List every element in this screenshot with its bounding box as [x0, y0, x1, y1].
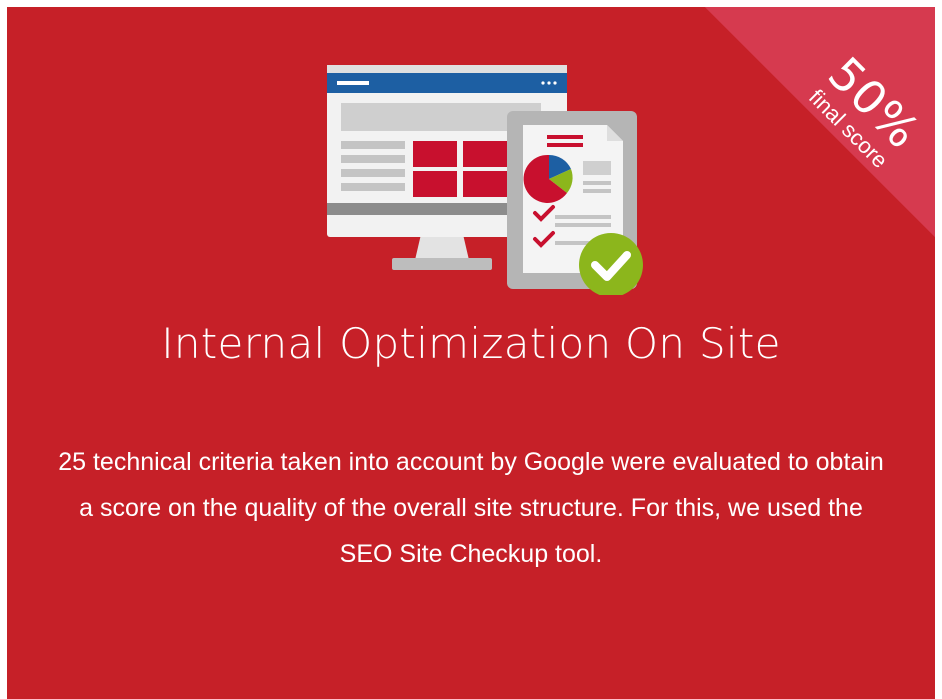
page-title: Internal Optimization On Site: [161, 319, 781, 368]
description-text: 25 technical criteria taken into account…: [58, 448, 884, 568]
score-ribbon: 50% final score: [685, 7, 935, 257]
seo-score-card: 50% final score Internal Optimization On…: [7, 7, 935, 699]
seo-audit-monitor-report-checkmark-icon: [327, 65, 643, 295]
